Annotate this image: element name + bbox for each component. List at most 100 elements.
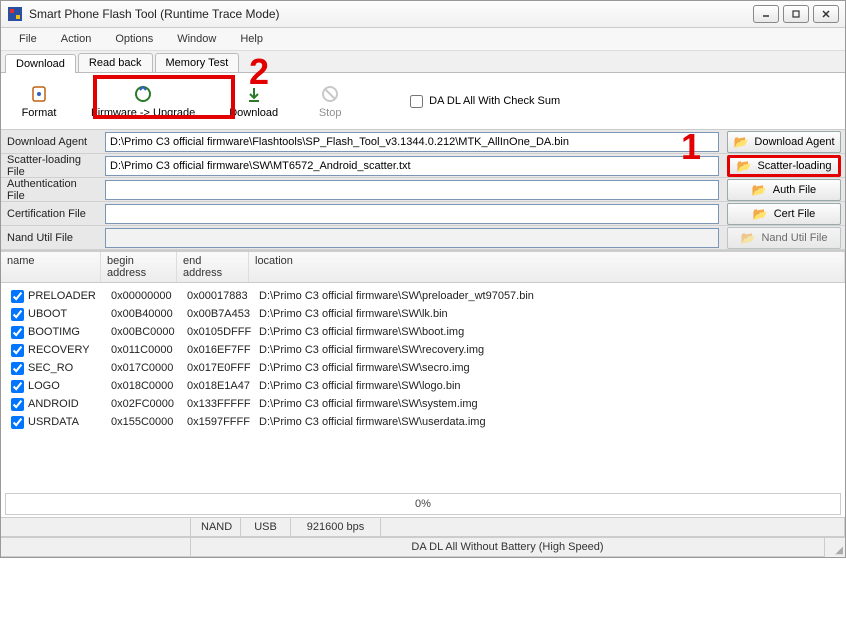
row-checkbox[interactable] — [11, 416, 24, 429]
cert-input[interactable] — [105, 204, 719, 224]
row-name: LOGO — [28, 380, 60, 392]
stop-icon — [319, 83, 341, 105]
menu-action[interactable]: Action — [51, 31, 102, 47]
nand-input — [105, 228, 719, 248]
row-location: D:\Primo C3 official firmware\SW\userdat… — [253, 416, 841, 428]
menu-file[interactable]: File — [9, 31, 47, 47]
table-row[interactable]: PRELOADER0x000000000x00017883D:\Primo C3… — [1, 287, 845, 305]
row-name: RECOVERY — [28, 344, 90, 356]
window-title: Smart Phone Flash Tool (Runtime Trace Mo… — [29, 7, 753, 21]
status-empty-2 — [381, 518, 845, 537]
partition-table: name begin address end address location … — [1, 251, 845, 491]
close-button[interactable] — [813, 5, 839, 23]
row-checkbox[interactable] — [11, 344, 24, 357]
cert-file-browse-button[interactable]: 📂Cert File — [727, 203, 841, 225]
row-end: 0x018E1A47 — [181, 380, 253, 392]
menu-help[interactable]: Help — [230, 31, 273, 47]
download-agent-input[interactable] — [105, 132, 719, 152]
row-end: 0x017E0FFF — [181, 362, 253, 374]
firmware-upgrade-button[interactable]: Firmware -> Upgrade — [79, 79, 207, 123]
toolbar: Format Firmware -> Upgrade Download Stop… — [1, 73, 845, 130]
table-row[interactable]: BOOTIMG0x00BC00000x0105DFFFD:\Primo C3 o… — [1, 323, 845, 341]
table-row[interactable]: SEC_RO0x017C00000x017E0FFFD:\Primo C3 of… — [1, 359, 845, 377]
row-end: 0x016EF7FF — [181, 344, 253, 356]
checksum-option[interactable]: DA DL All With Check Sum — [410, 95, 560, 108]
auth-file-browse-button[interactable]: 📂Auth File — [727, 179, 841, 201]
table-row[interactable]: ANDROID0x02FC00000x133FFFFFD:\Primo C3 o… — [1, 395, 845, 413]
download-agent-row: Download Agent 📂Download Agent — [1, 130, 845, 154]
scatter-label: Scatter-loading File — [1, 154, 101, 178]
firmware-upgrade-label: Firmware -> Upgrade — [91, 107, 195, 119]
row-begin: 0x00000000 — [105, 290, 181, 302]
row-name: USRDATA — [28, 416, 79, 428]
row-begin: 0x00B40000 — [105, 308, 181, 320]
format-icon — [28, 83, 50, 105]
format-button[interactable]: Format — [9, 79, 69, 123]
row-name: SEC_RO — [28, 362, 73, 374]
menu-window[interactable]: Window — [167, 31, 226, 47]
tab-download[interactable]: Download — [5, 54, 76, 73]
titlebar: Smart Phone Flash Tool (Runtime Trace Mo… — [1, 1, 845, 28]
download-button[interactable]: Download — [217, 79, 290, 123]
row-checkbox[interactable] — [11, 326, 24, 339]
scatter-loading-browse-button[interactable]: 📂Scatter-loading — [727, 155, 841, 177]
auth-label: Authentication File — [1, 178, 101, 202]
nand-row: Nand Util File 📂Nand Util File — [1, 226, 845, 250]
progress-text: 0% — [415, 498, 431, 510]
status-baud: 921600 bps — [291, 518, 381, 537]
checksum-checkbox[interactable] — [410, 95, 423, 108]
resize-grip[interactable]: ◢ — [825, 538, 845, 557]
table-row[interactable]: UBOOT0x00B400000x00B7A453D:\Primo C3 off… — [1, 305, 845, 323]
scatter-input[interactable] — [105, 156, 719, 176]
tab-memory-test[interactable]: Memory Test — [155, 53, 240, 72]
folder-icon: 📂 — [752, 183, 767, 197]
download-icon — [243, 83, 265, 105]
status-usb: USB — [241, 518, 291, 537]
row-begin: 0x011C0000 — [105, 344, 181, 356]
firmware-upgrade-icon — [132, 83, 154, 105]
table-row[interactable]: LOGO 0x018C00000x018E1A47D:\Primo C3 offi… — [1, 377, 845, 395]
row-begin: 0x155C0000 — [105, 416, 181, 428]
window-controls — [753, 5, 839, 23]
row-location: D:\Primo C3 official firmware\SW\secro.i… — [253, 362, 841, 374]
scatter-row: Scatter-loading File 📂Scatter-loading — [1, 154, 845, 178]
row-checkbox[interactable] — [11, 308, 24, 321]
status-mode: DA DL All Without Battery (High Speed) — [191, 538, 825, 557]
cert-label: Certification File — [1, 208, 101, 220]
col-location[interactable]: location — [249, 252, 845, 282]
download-agent-label: Download Agent — [1, 136, 101, 148]
row-location: D:\Primo C3 official firmware\SW\system.… — [253, 398, 841, 410]
row-location: D:\Primo C3 official firmware\SW\recover… — [253, 344, 841, 356]
row-begin: 0x018C0000 — [105, 380, 181, 392]
table-row[interactable]: USRDATA0x155C00000x1597FFFFD:\Primo C3 o… — [1, 413, 845, 431]
row-checkbox[interactable] — [11, 362, 24, 375]
row-end: 0x00017883 — [181, 290, 253, 302]
row-name: UBOOT — [28, 308, 67, 320]
row-end: 0x00B7A453 — [181, 308, 253, 320]
col-end[interactable]: end address — [177, 252, 249, 282]
menu-options[interactable]: Options — [105, 31, 163, 47]
auth-input[interactable] — [105, 180, 719, 200]
row-checkbox[interactable] — [11, 380, 24, 393]
nand-label: Nand Util File — [1, 232, 101, 244]
table-body: PRELOADER0x000000000x00017883D:\Primo C3… — [1, 283, 845, 491]
download-agent-browse-button[interactable]: 📂Download Agent — [727, 131, 841, 153]
col-begin[interactable]: begin address — [101, 252, 177, 282]
row-checkbox[interactable] — [11, 398, 24, 411]
row-begin: 0x02FC0000 — [105, 398, 181, 410]
row-checkbox[interactable] — [11, 290, 24, 303]
col-name[interactable]: name — [1, 252, 101, 282]
folder-icon: 📂 — [733, 135, 748, 149]
row-location: D:\Primo C3 official firmware\SW\logo.bi… — [253, 380, 841, 392]
row-name: ANDROID — [28, 398, 79, 410]
row-begin: 0x00BC0000 — [105, 326, 181, 338]
minimize-button[interactable] — [753, 5, 779, 23]
table-header: name begin address end address location — [1, 251, 845, 283]
maximize-button[interactable] — [783, 5, 809, 23]
app-window: Smart Phone Flash Tool (Runtime Trace Mo… — [0, 0, 846, 558]
status-bar-1: NAND USB 921600 bps — [1, 517, 845, 537]
row-location: D:\Primo C3 official firmware\SW\boot.im… — [253, 326, 841, 338]
table-row[interactable]: RECOVERY 0x011C00000x016EF7FFD:\Primo C3 … — [1, 341, 845, 359]
tab-readback[interactable]: Read back — [78, 53, 153, 72]
tabstrip: Download Read back Memory Test — [1, 51, 845, 73]
